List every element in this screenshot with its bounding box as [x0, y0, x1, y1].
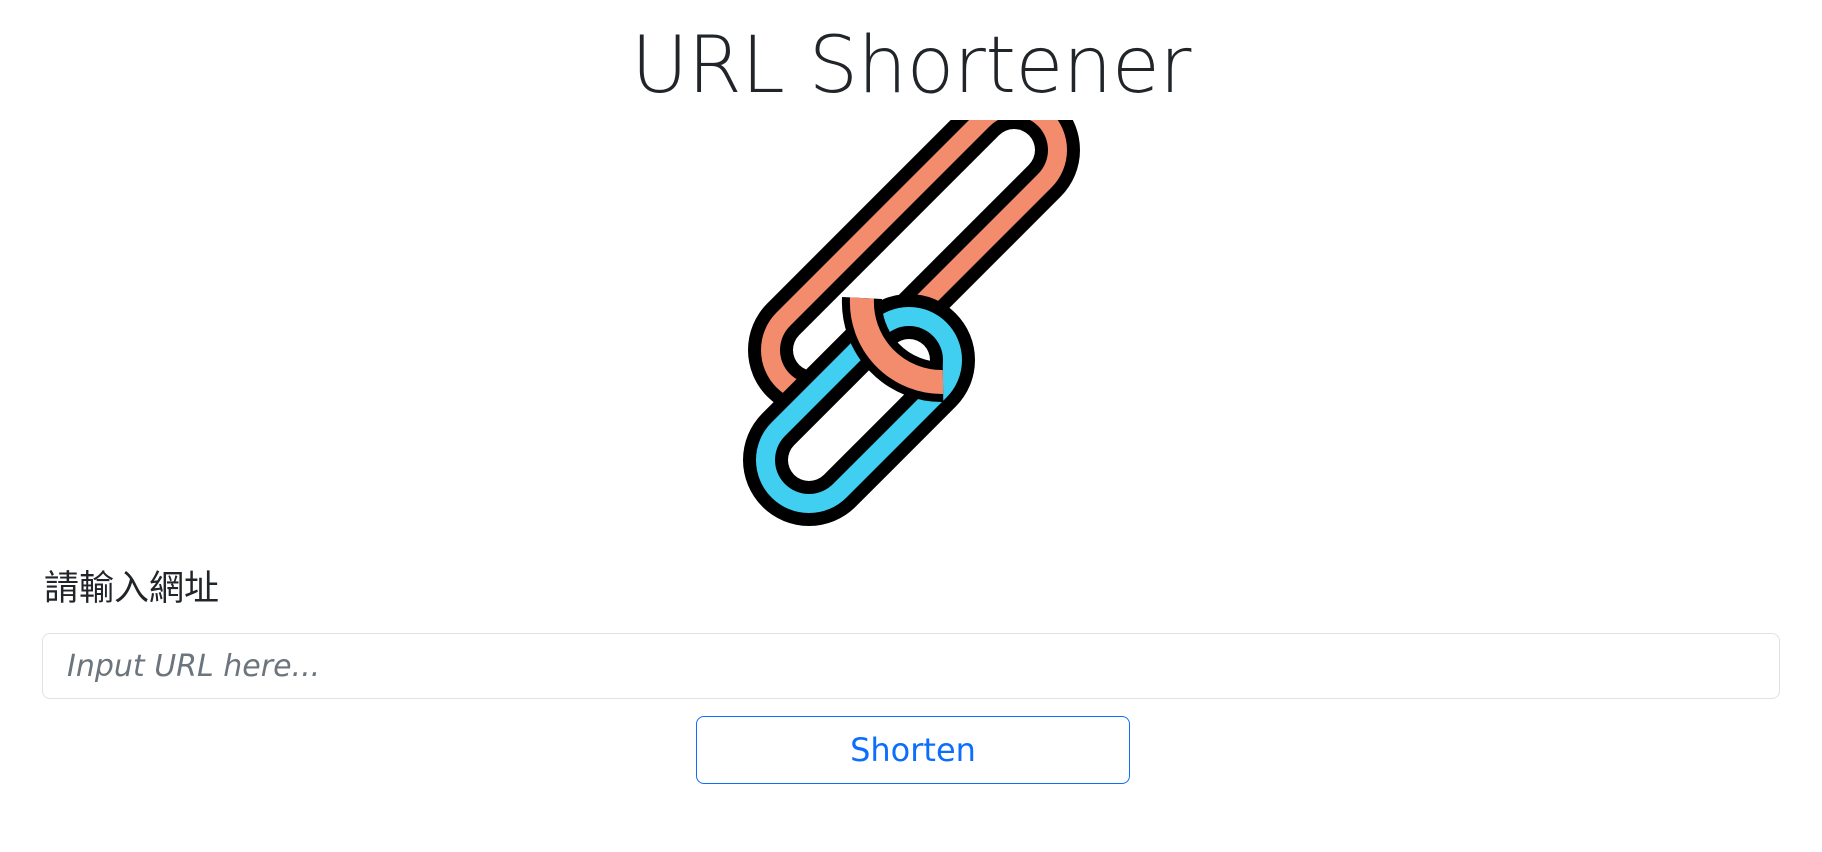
chain-link-icon [743, 120, 1080, 526]
url-field-label: 請輸入網址 [44, 569, 220, 609]
page-title: URL Shortener [631, 21, 1191, 111]
shorten-button[interactable]: Shorten [696, 716, 1130, 784]
url-input[interactable] [42, 633, 1780, 699]
